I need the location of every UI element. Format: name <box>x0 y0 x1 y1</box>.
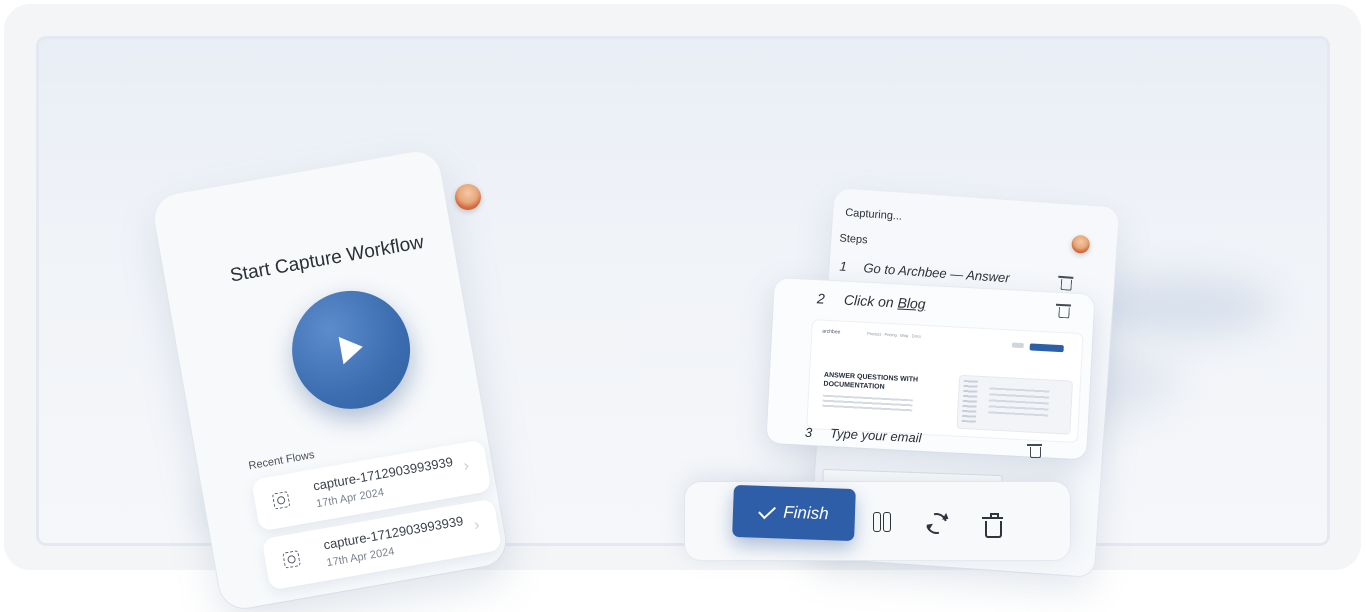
trash-icon[interactable] <box>1058 306 1070 319</box>
trash-icon[interactable] <box>982 513 1003 538</box>
step-number: 1 <box>839 258 848 274</box>
preview-screenshot <box>957 375 1072 434</box>
chevron-right-icon: › <box>472 516 481 535</box>
step-number: 2 <box>816 290 826 307</box>
step-text-prefix: Click on <box>843 291 898 311</box>
step-text: Go to Archbee — Answer <box>862 260 1011 286</box>
capture-icon <box>282 550 301 569</box>
preview-logo: archbee <box>822 328 841 336</box>
start-capture-button[interactable] <box>282 281 420 419</box>
step-number: 3 <box>804 424 813 441</box>
capture-icon <box>271 491 291 510</box>
trash-icon[interactable] <box>1060 279 1073 291</box>
check-icon <box>758 501 777 519</box>
step-text: Click on Blog <box>844 292 926 312</box>
preview-text-lines <box>822 394 913 414</box>
finish-button[interactable]: Finish <box>732 484 856 542</box>
preview-button <box>1011 342 1024 349</box>
step-link[interactable]: Blog <box>897 294 926 311</box>
step-screenshot-preview: archbee Product · Pricing · Blog · Docs … <box>807 320 1083 443</box>
preview-nav: Product · Pricing · Blog · Docs <box>867 330 922 339</box>
recent-flows-label: Recent Flows <box>247 448 316 473</box>
user-avatar[interactable] <box>1071 234 1091 254</box>
chevron-right-icon: › <box>462 457 471 475</box>
step-card-expanded[interactable]: 2 Click on Blog archbee Product · Pricin… <box>766 278 1095 460</box>
start-capture-title: Start Capture Workflow <box>228 231 426 287</box>
capturing-status: Capturing... <box>844 206 903 223</box>
play-icon <box>338 333 366 365</box>
preview-button <box>1029 343 1064 353</box>
pause-icon[interactable] <box>873 512 891 532</box>
user-avatar[interactable] <box>455 184 481 210</box>
trash-icon[interactable] <box>1027 444 1042 458</box>
steps-label: Steps <box>839 232 868 247</box>
finish-label: Finish <box>783 502 829 524</box>
preview-heading: ANSWER QUESTIONS WITH DOCUMENTATION <box>823 371 919 391</box>
